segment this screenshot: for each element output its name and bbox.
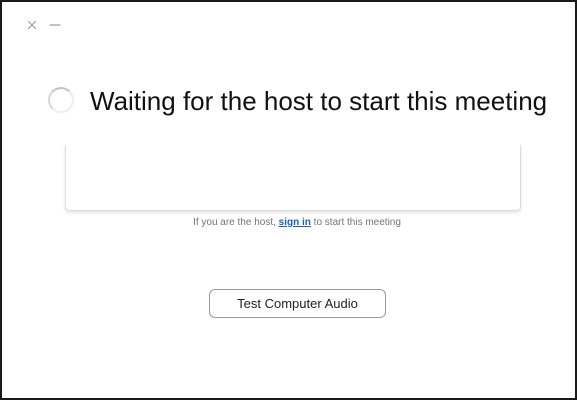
message-box [65, 145, 521, 211]
sign-in-link[interactable]: sign in [279, 217, 311, 228]
minimize-icon [49, 24, 61, 26]
host-hint-suffix: to start this meeting [310, 217, 401, 228]
waiting-heading: Waiting for the host to start this meeti… [90, 86, 548, 116]
close-button[interactable] [25, 18, 39, 32]
minimize-button[interactable] [48, 18, 62, 32]
close-icon [27, 20, 37, 30]
loading-spinner-icon [48, 87, 74, 113]
host-hint: If you are the host, sign in to start th… [2, 217, 575, 228]
meeting-window: Waiting for the host to start this meeti… [0, 0, 577, 400]
test-computer-audio-button[interactable]: Test Computer Audio [209, 289, 386, 318]
host-hint-prefix: If you are the host, [193, 217, 279, 228]
